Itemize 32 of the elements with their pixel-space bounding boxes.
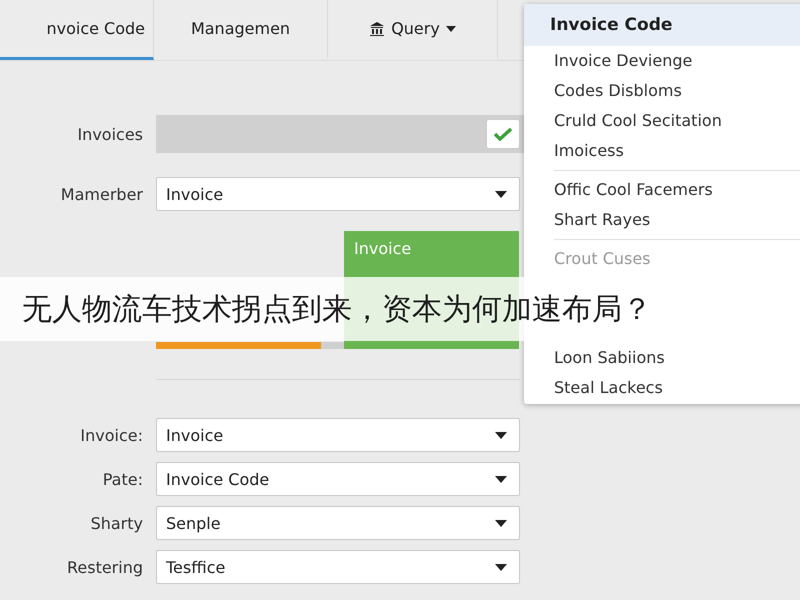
field-label: Pate:: [102, 470, 144, 488]
field-label: Invoice:: [79, 426, 144, 444]
caret-icon: [495, 476, 507, 482]
field-label: Mamerber: [60, 184, 144, 204]
tile-label: Invoice: [354, 239, 412, 258]
dropdown-field[interactable]: Tesffice: [156, 550, 520, 584]
checkbox[interactable]: [486, 119, 520, 149]
menu-item[interactable]: Offic Cool Facemers: [524, 175, 800, 205]
bank-icon: [369, 20, 386, 36]
caret-icon: [495, 190, 507, 198]
dropdown-field[interactable]: Invoice: [156, 418, 520, 452]
checkmark-icon: [494, 127, 512, 141]
field-label: Restering: [66, 558, 144, 576]
menu-item[interactable]: Codes Disbloms: [524, 76, 800, 106]
caret-icon: [495, 432, 507, 438]
dropdown-field[interactable]: Senple: [156, 506, 520, 540]
menu-item[interactable]: Invoice Devienge: [524, 46, 800, 76]
dropdown-field[interactable]: Invoice Code: [156, 462, 520, 496]
menu-item[interactable]: Loon Sabiions: [524, 343, 800, 373]
menu-item[interactable]: Shart Rayes: [524, 205, 800, 235]
menu-item[interactable]: Steal Lackecs: [524, 373, 800, 403]
caret-icon: [495, 564, 507, 570]
caret-icon: [495, 520, 507, 526]
menu-item[interactable]: Imoicess: [524, 136, 800, 166]
field-label: Sharty: [90, 514, 144, 532]
tab[interactable]: nvoice Code: [0, 0, 154, 60]
dropdown-field[interactable]: Invoice: [156, 177, 520, 211]
menu-item[interactable]: Cruld Cool Secitation: [524, 106, 800, 136]
caret-icon: [446, 26, 456, 32]
field-label: Invoices: [76, 124, 144, 144]
headline: 无人物流车技术拐点到来，资本为何加速布局？: [22, 290, 652, 328]
menu-header: Invoice Code: [524, 4, 800, 46]
